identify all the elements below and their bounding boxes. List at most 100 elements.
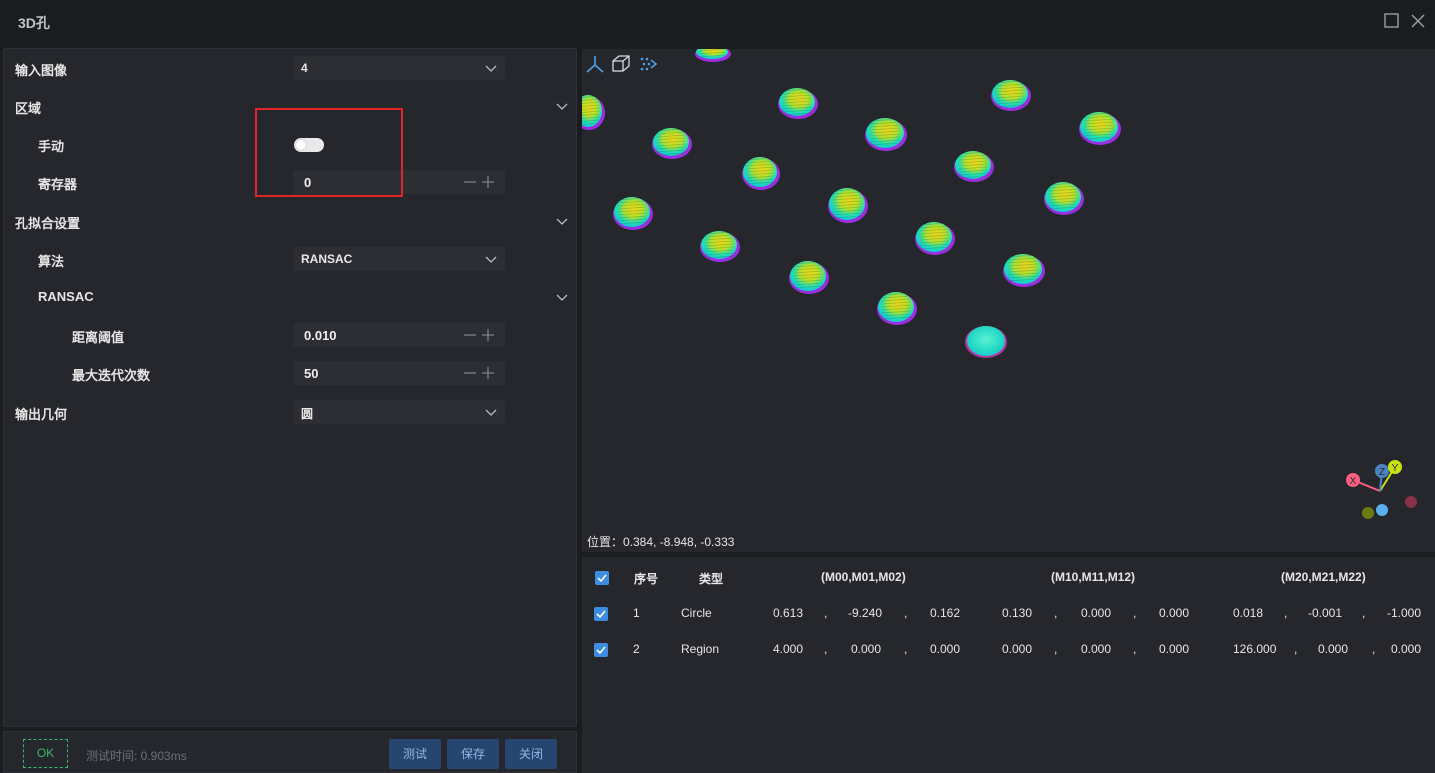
region-label: 区域 (15, 101, 42, 116)
input-image-label: 输入图像 (15, 63, 68, 78)
maximize-icon[interactable] (1383, 12, 1401, 30)
point-cluster (828, 188, 868, 223)
minus-icon[interactable] (463, 175, 477, 189)
test-button[interactable]: 测试 (389, 739, 441, 769)
separator: , (1372, 642, 1376, 656)
input-image-row: 输入图像 4 (4, 53, 576, 83)
distance-threshold-label: 距离阈值 (72, 330, 125, 345)
point-cluster (954, 151, 994, 182)
x-axis-label: X (1350, 476, 1357, 487)
distance-threshold-stepper (463, 323, 505, 347)
axis-gizmo: X Z Y (1346, 460, 1417, 519)
separator: , (904, 606, 908, 620)
separator: , (1054, 606, 1058, 620)
manual-toggle[interactable] (294, 138, 324, 152)
parameter-panel: 输入图像 4 区域 手动 寄存器 0 孔拟合设置 算法 RANSAC RANSA… (3, 48, 577, 727)
plus-icon[interactable] (481, 328, 495, 342)
distance-threshold-input[interactable]: 0.010 (293, 323, 463, 347)
neg-y-handle[interactable] (1362, 507, 1374, 519)
chevron-down-icon (485, 256, 497, 263)
output-geometry-select[interactable]: 圆 (293, 400, 505, 424)
m02-cell: 0.162 (930, 606, 961, 620)
m10-cell: 0.000 (1002, 642, 1033, 656)
m21-cell: -0.001 (1308, 606, 1343, 620)
point-cluster (613, 197, 653, 230)
max-iterations-input[interactable]: 50 (293, 361, 463, 385)
save-button[interactable]: 保存 (447, 739, 499, 769)
m12-cell: 0.000 (1159, 642, 1190, 656)
register-label: 寄存器 (38, 177, 78, 192)
minus-icon[interactable] (463, 366, 477, 380)
m01-cell: 0.000 (851, 642, 882, 656)
register-row: 寄存器 0 (4, 167, 576, 197)
test-time: 测试时间: 0.903ms (86, 749, 187, 763)
close-button[interactable]: 关闭 (505, 739, 557, 769)
algorithm-row: 算法 RANSAC (4, 244, 576, 274)
point-cluster (865, 118, 907, 151)
row-index: 1 (633, 606, 640, 620)
chevron-down-icon[interactable] (556, 100, 568, 112)
output-geometry-row: 输出几何 圆 (4, 397, 576, 427)
ransac-label: RANSAC (38, 289, 94, 304)
ok-button[interactable]: OK (23, 739, 68, 768)
point-cluster (700, 231, 740, 262)
neg-x-handle[interactable] (1405, 496, 1417, 508)
chevron-down-icon (485, 409, 497, 416)
point-cluster (877, 292, 917, 325)
point-cloud-view (582, 49, 1121, 358)
separator: , (1054, 642, 1058, 656)
3d-viewer[interactable]: X Z Y 位置：0.384, -8.948, -0.333 (582, 49, 1435, 552)
title-bar: 3D孔 (0, 0, 1435, 44)
m20-cell: 0.018 (1233, 606, 1264, 620)
separator: , (1362, 606, 1366, 620)
algorithm-label: 算法 (38, 254, 65, 269)
point-cluster (778, 88, 818, 119)
input-image-select[interactable]: 4 (293, 56, 505, 80)
result-table: 序号 类型 (M00,M01,M02) (M10,M11,M12) (M20,M… (582, 557, 1435, 773)
m20-cell: 126.000 (1233, 642, 1277, 656)
header-m1: (M10,M11,M12) (1051, 570, 1136, 584)
ransac-section[interactable]: RANSAC (4, 282, 576, 312)
row-checkbox[interactable] (594, 643, 608, 657)
separator: , (824, 642, 828, 656)
select-all-checkbox[interactable] (595, 571, 609, 585)
chevron-down-icon (485, 65, 497, 72)
register-input[interactable]: 0 (293, 170, 463, 194)
point-cluster (695, 49, 731, 62)
manual-row: 手动 (4, 129, 576, 159)
separator: , (824, 606, 828, 620)
row-checkbox[interactable] (594, 607, 608, 621)
m22-cell: 0.000 (1391, 642, 1422, 656)
z-axis-label: Z (1379, 467, 1385, 478)
minus-icon[interactable] (463, 328, 477, 342)
chevron-down-icon[interactable] (556, 215, 568, 227)
max-iterations-stepper (463, 361, 505, 385)
point-cluster (652, 128, 692, 159)
algorithm-select[interactable]: RANSAC (293, 247, 505, 271)
input-image-value: 4 (301, 61, 308, 75)
window-title: 3D孔 (18, 15, 50, 31)
neg-z-handle[interactable] (1376, 504, 1388, 516)
plus-icon[interactable] (481, 175, 495, 189)
footer-bar: OK 测试时间: 0.903ms 测试 保存 关闭 (3, 731, 577, 773)
register-stepper (463, 170, 505, 194)
hole-fit-section[interactable]: 孔拟合设置 (4, 206, 576, 236)
region-section[interactable]: 区域 (4, 91, 576, 121)
m01-cell: -9.240 (848, 606, 883, 620)
max-iterations-row: 最大迭代次数 50 (4, 358, 576, 388)
header-m0: (M00,M01,M02) (821, 570, 906, 584)
header-type: 类型 (699, 572, 724, 586)
header-m2: (M20,M21,M22) (1281, 570, 1366, 584)
selected-point-cluster (965, 326, 1007, 358)
manual-label: 手动 (38, 139, 65, 154)
chevron-down-icon[interactable] (556, 291, 568, 303)
m02-cell: 0.000 (930, 642, 961, 656)
plus-icon[interactable] (481, 366, 495, 380)
max-iterations-value: 50 (304, 366, 319, 381)
m10-cell: 0.130 (1002, 606, 1033, 620)
algorithm-value: RANSAC (301, 252, 353, 266)
header-index: 序号 (634, 572, 659, 586)
row-index: 2 (633, 642, 640, 656)
toggle-knob (296, 140, 306, 150)
close-icon[interactable] (1409, 12, 1427, 30)
